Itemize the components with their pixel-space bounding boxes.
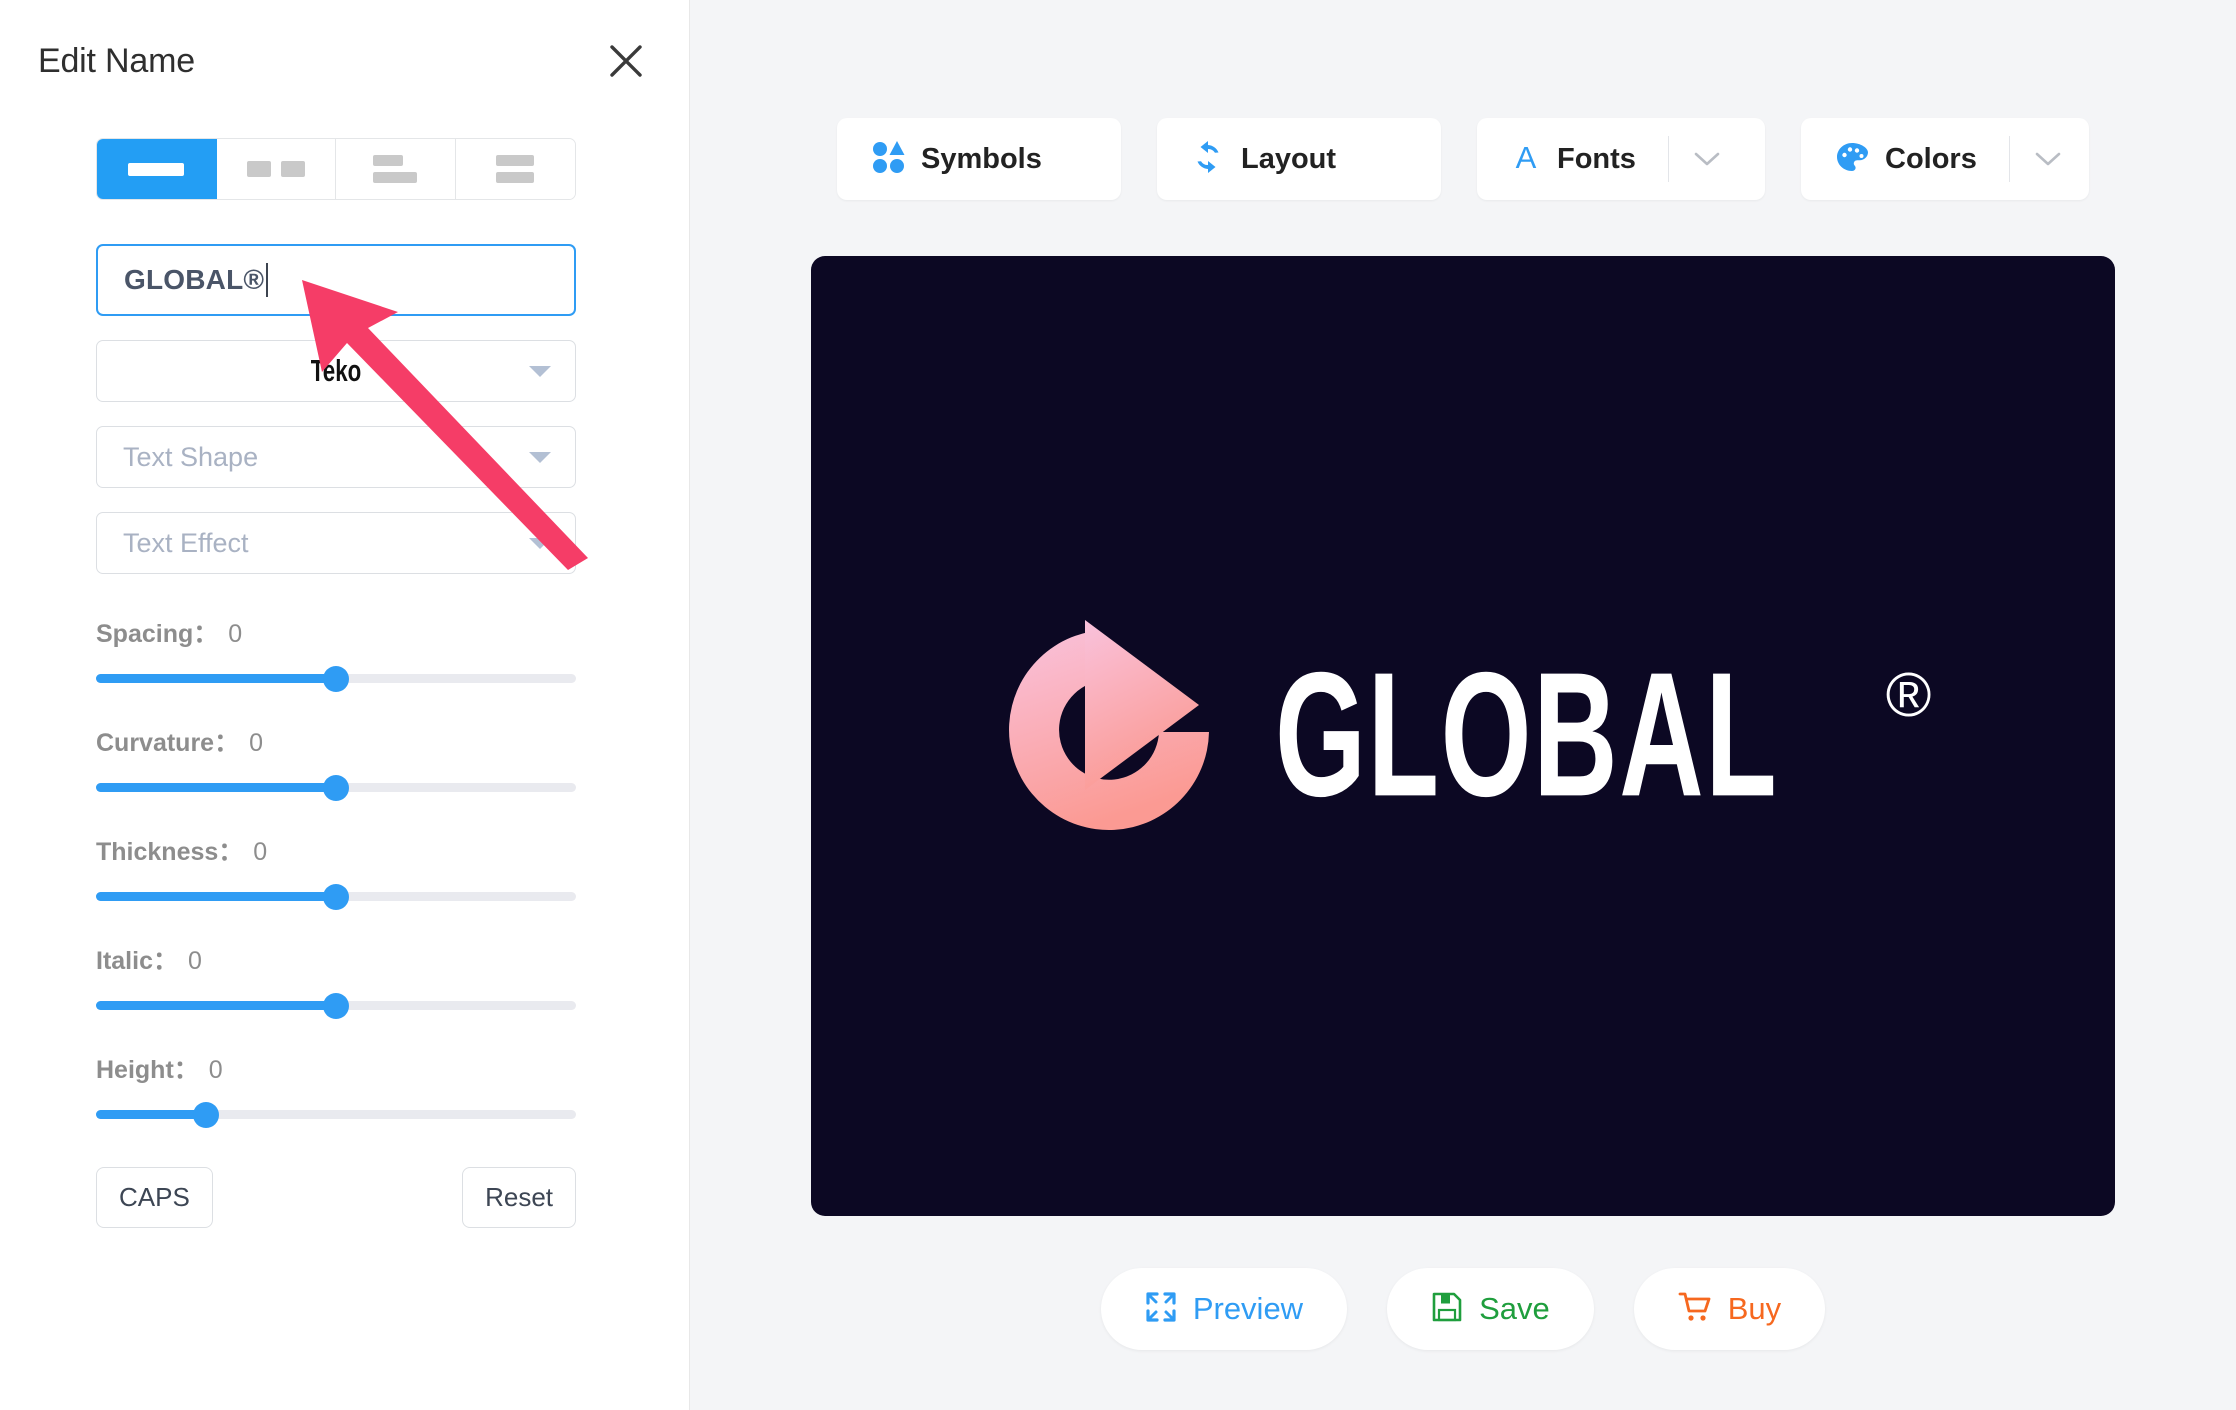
symbols-label: Symbols (921, 142, 1042, 175)
symbols-button[interactable]: Symbols (837, 118, 1121, 200)
text-caret (266, 263, 269, 297)
floppy-disk-icon (1431, 1291, 1463, 1328)
slider-curvature: Curvature： 0 (96, 723, 576, 801)
panel-button-row: CAPS Reset (96, 1167, 576, 1228)
preview-label: Preview (1192, 1291, 1304, 1326)
preview-button[interactable]: Preview (1100, 1268, 1348, 1350)
slider-italic: Italic： 0 (96, 941, 576, 1019)
letter-a-icon: A (1511, 140, 1541, 179)
chevron-down-icon (529, 537, 551, 549)
slider-height-label: Height： 0 (96, 1056, 223, 1084)
close-icon[interactable] (603, 38, 649, 84)
panel-body: GLOBAL® Teko Text Shape Text Effect Spac… (0, 138, 689, 1228)
slider-spacing: Spacing： 0 (96, 614, 576, 692)
layout-two-inline[interactable] (216, 139, 336, 199)
slider-curvature-thumb[interactable] (323, 774, 349, 801)
slider-height-thumb[interactable] (193, 1101, 220, 1128)
slider-italic-label: Italic： 0 (96, 947, 202, 975)
slider-thickness-fill (96, 892, 336, 901)
layout-button[interactable]: Layout (1157, 118, 1441, 200)
save-button[interactable]: Save (1387, 1268, 1594, 1350)
edit-name-panel: Edit Name GLOBAL® Teko Text Shape Text E… (0, 0, 690, 1410)
slider-curvature-label: Curvature： 0 (96, 729, 264, 757)
name-input-value: GLOBAL® (124, 264, 265, 295)
slider-thickness-label: Thickness： 0 (96, 838, 268, 866)
buy-button[interactable]: Buy (1633, 1268, 1826, 1350)
shopping-cart-icon (1678, 1291, 1712, 1328)
fonts-button[interactable]: A Fonts (1477, 118, 1765, 200)
slider-italic-fill (96, 1001, 336, 1010)
slider-height-track[interactable] (96, 1101, 576, 1128)
layout-label: Layout (1241, 142, 1337, 175)
stacked-left-icon (373, 155, 418, 183)
font-select-value: Teko (310, 353, 362, 388)
chevron-down-icon (529, 365, 551, 377)
logo-canvas[interactable]: GLOBAL ® (811, 256, 2115, 1216)
slider-curvature-track[interactable] (96, 774, 576, 801)
slider-curvature-fill (96, 783, 336, 792)
slider-italic-thumb[interactable] (323, 992, 349, 1019)
save-label: Save (1479, 1291, 1550, 1326)
editor-workspace: Symbols Layout A Fonts Colors GLOBAL ® P… (690, 0, 2236, 1410)
circular-arrow-play-icon (993, 612, 1233, 857)
expand-icon (1145, 1291, 1177, 1328)
text-effect-placeholder: Text Effect (123, 527, 249, 558)
two-blocks-icon (246, 161, 305, 177)
chevron-down-icon (529, 451, 551, 463)
palette-icon (1835, 140, 1869, 179)
colors-button[interactable]: Colors (1801, 118, 2089, 200)
slider-spacing-label: Spacing： 0 (96, 620, 243, 648)
shapes-icon (871, 140, 905, 179)
slider-spacing-fill (96, 674, 336, 683)
action-button-row: Preview Save Buy (1100, 1268, 1826, 1350)
logo-lockup: GLOBAL ® (993, 612, 1934, 857)
caps-button[interactable]: CAPS (96, 1167, 213, 1228)
slider-height: Height： 0 (96, 1050, 576, 1128)
slider-spacing-track[interactable] (96, 665, 576, 692)
fonts-label: Fonts (1557, 142, 1636, 175)
svg-text:A: A (1516, 140, 1537, 174)
logo-registered-mark: ® (1885, 661, 1934, 730)
slider-thickness: Thickness： 0 (96, 832, 576, 910)
page-title: Edit Name (38, 41, 195, 80)
one-line-icon (128, 162, 185, 176)
layout-stacked-equal[interactable] (455, 139, 575, 199)
colors-label: Colors (1885, 142, 1977, 175)
slider-list: Spacing： 0 Curvature： 0 Thickness： 0 Italic： 0 H… (96, 614, 593, 1128)
font-select[interactable]: Teko (96, 340, 576, 402)
chevron-down-icon[interactable] (1669, 150, 1745, 168)
layout-single-line[interactable] (97, 139, 217, 199)
refresh-icon (1191, 140, 1225, 179)
editor-toolbar: Symbols Layout A Fonts Colors (837, 118, 2089, 200)
text-effect-select[interactable]: Text Effect (96, 512, 576, 574)
slider-italic-track[interactable] (96, 992, 576, 1019)
logo-word: GLOBAL (1274, 634, 1778, 834)
slider-thickness-thumb[interactable] (323, 883, 349, 910)
chevron-down-icon[interactable] (2010, 150, 2086, 168)
text-shape-placeholder: Text Shape (123, 441, 259, 472)
app-root: Edit Name GLOBAL® Teko Text Shape Text E… (0, 0, 2236, 1410)
reset-button[interactable]: Reset (462, 1167, 576, 1228)
panel-header: Edit Name (0, 0, 689, 84)
buy-label: Buy (1727, 1291, 1782, 1326)
name-input[interactable]: GLOBAL® (96, 244, 576, 316)
layout-segmented-control (96, 138, 576, 200)
slider-thickness-track[interactable] (96, 883, 576, 910)
logo-text: GLOBAL ® (1275, 646, 1934, 823)
stacked-equal-icon (496, 155, 535, 183)
slider-spacing-thumb[interactable] (323, 665, 349, 692)
slider-height-fill (96, 1110, 207, 1119)
layout-stacked-left[interactable] (336, 139, 456, 199)
text-shape-select[interactable]: Text Shape (96, 426, 576, 488)
